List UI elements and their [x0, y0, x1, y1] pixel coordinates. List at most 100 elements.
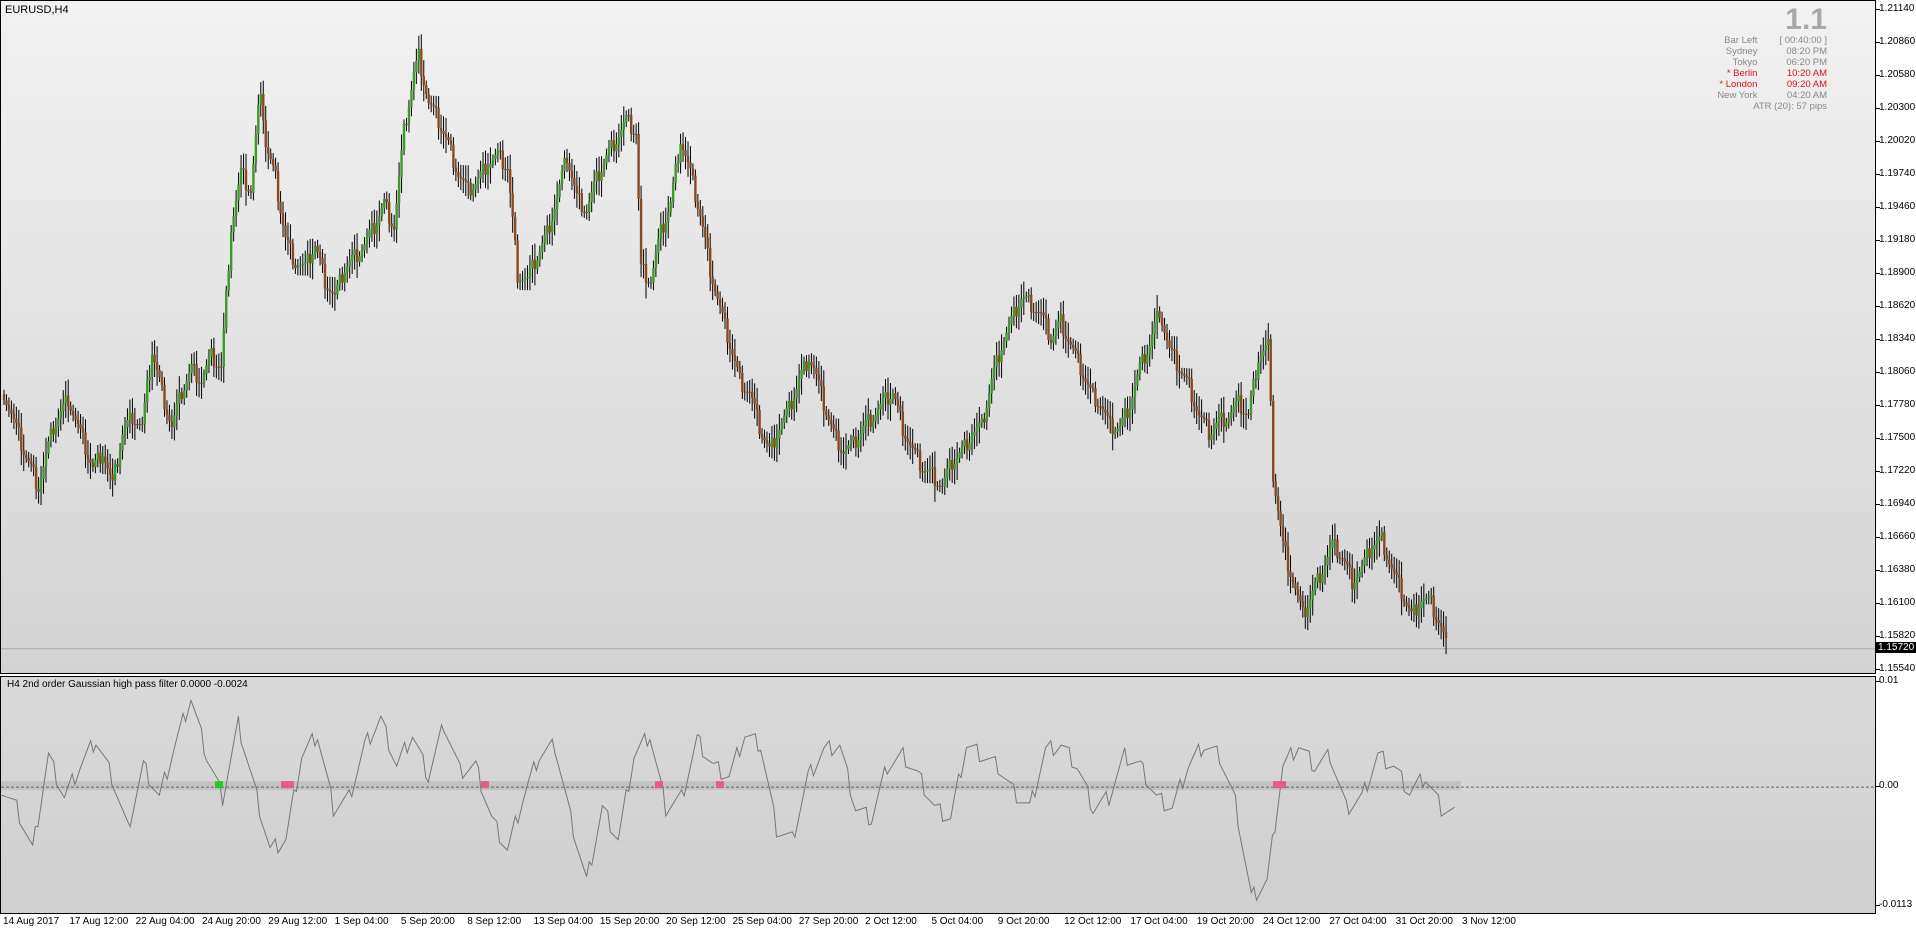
candle — [1113, 426, 1117, 439]
candle — [1279, 500, 1282, 537]
candle — [1030, 287, 1033, 320]
candle — [484, 150, 487, 189]
candle — [86, 440, 90, 474]
candle — [1291, 572, 1295, 588]
candle — [634, 123, 638, 145]
time-tick-label: 24 Oct 12:00 — [1263, 916, 1321, 927]
candle — [131, 398, 134, 439]
candle — [810, 353, 813, 375]
time-tick-label: 19 Oct 20:00 — [1196, 916, 1254, 927]
candle — [1346, 550, 1349, 575]
candle — [575, 171, 579, 208]
candle — [1264, 330, 1267, 366]
candle — [1153, 308, 1156, 350]
time-tick-label: 17 Oct 04:00 — [1130, 916, 1188, 927]
candle — [573, 164, 576, 199]
candle — [538, 245, 542, 267]
candle — [1002, 336, 1006, 356]
candlestick-chart — [1, 34, 1875, 655]
candle — [1412, 593, 1416, 622]
candle — [1047, 313, 1050, 345]
candle — [69, 401, 72, 416]
candle — [1249, 390, 1253, 421]
indicator-pane[interactable]: H4 2nd order Gaussian high pass filter 0… — [0, 676, 1876, 914]
candle — [64, 380, 67, 418]
candle — [200, 366, 203, 399]
session-name: * Berlin — [1726, 68, 1758, 79]
candle — [721, 297, 724, 322]
candle — [960, 440, 964, 459]
candle — [1336, 534, 1339, 563]
candle — [837, 418, 840, 463]
candle — [501, 140, 504, 180]
candle — [1242, 399, 1245, 429]
candle — [1025, 291, 1028, 303]
candle — [79, 414, 82, 439]
candle — [644, 247, 648, 299]
candle — [1392, 556, 1396, 584]
candle — [938, 479, 942, 493]
candle — [294, 258, 297, 274]
candle — [973, 418, 976, 450]
candle — [788, 392, 791, 418]
time-tick-label: 25 Sep 04:00 — [732, 916, 793, 927]
candle — [1091, 382, 1095, 393]
candle — [91, 458, 95, 472]
candle — [817, 361, 821, 394]
candle — [958, 447, 961, 463]
candle — [565, 149, 569, 173]
candle — [834, 418, 838, 441]
candle — [1289, 555, 1292, 594]
session-name: New York — [1717, 90, 1758, 101]
candle — [1328, 534, 1332, 571]
candle — [622, 106, 625, 146]
candle — [1304, 595, 1307, 629]
candle — [1185, 368, 1188, 385]
candle — [304, 250, 307, 276]
candle — [229, 224, 233, 279]
candle — [42, 451, 45, 494]
candle — [1005, 326, 1008, 348]
candle — [911, 428, 914, 464]
candle — [768, 433, 771, 457]
atr-label: ATR (20): 57 pips — [1753, 101, 1827, 112]
candle — [541, 235, 544, 260]
candle — [1121, 408, 1124, 435]
candle — [1069, 336, 1072, 350]
candle — [676, 154, 680, 173]
candle — [815, 356, 818, 387]
candle — [822, 370, 825, 427]
candle — [763, 429, 766, 448]
candle — [1195, 393, 1198, 425]
candle — [1363, 549, 1366, 574]
candle — [689, 146, 692, 185]
candle — [820, 365, 823, 401]
candle — [592, 169, 596, 204]
candle — [2, 389, 6, 406]
candle — [197, 368, 201, 398]
price-chart-pane[interactable]: EURUSD,H4 1.1 Bar Left[ 00:40:00 ] Sydney… — [0, 0, 1876, 674]
price-tick-label: 1.17500 — [1879, 432, 1916, 443]
candle — [217, 353, 221, 380]
candle — [691, 163, 695, 181]
candle — [1000, 334, 1003, 379]
candle — [1170, 335, 1174, 362]
candle — [906, 425, 909, 456]
candle — [639, 185, 643, 278]
candle — [289, 224, 292, 260]
candle — [667, 196, 670, 239]
candle — [1415, 592, 1418, 628]
candle — [970, 424, 974, 455]
candle — [607, 139, 611, 163]
signal-marker — [1278, 781, 1286, 789]
candle — [649, 276, 653, 289]
candle — [1254, 369, 1258, 389]
candle — [1071, 338, 1075, 354]
candle — [5, 394, 8, 412]
candle — [560, 164, 564, 191]
candle — [348, 249, 351, 279]
time-tick-label: 8 Sep 12:00 — [467, 916, 522, 927]
candle — [153, 340, 156, 377]
price-tick-label: 1.16380 — [1879, 564, 1916, 575]
candle — [89, 442, 92, 480]
